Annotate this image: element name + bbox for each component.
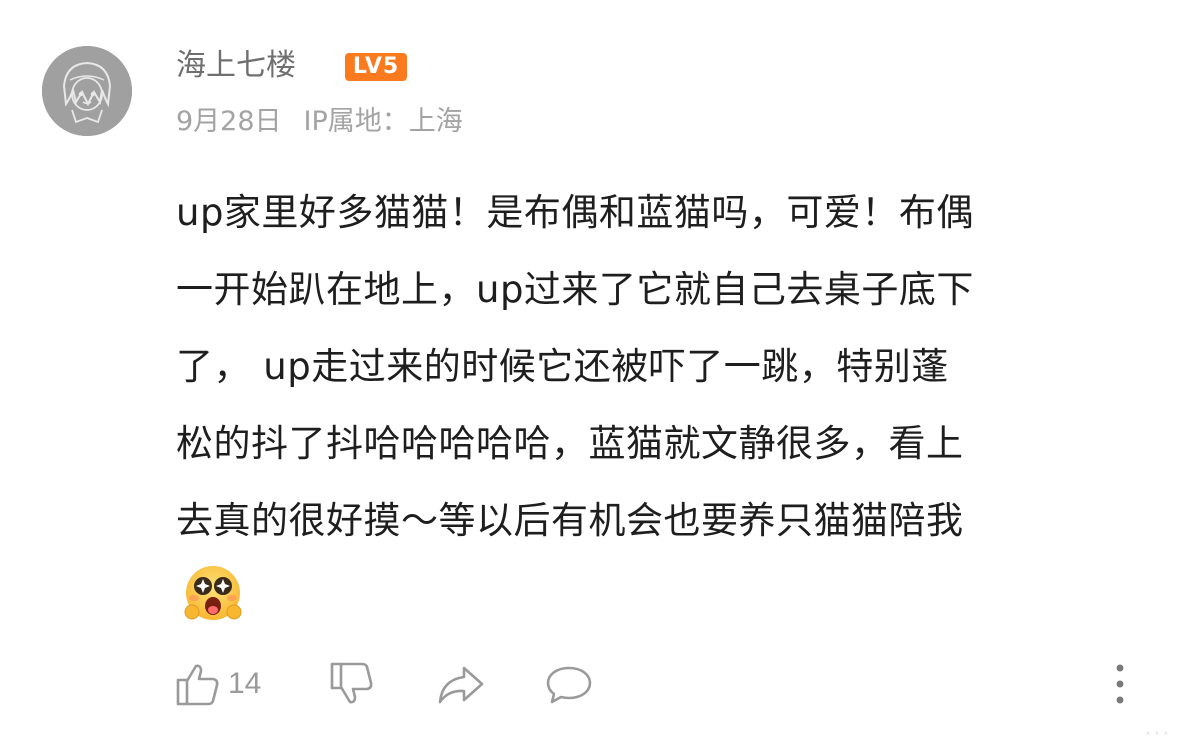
comment-line: 松的抖了抖哈哈哈哈哈，蓝猫就文静很多，看上 xyxy=(176,422,964,465)
starry-eyed-surprised-emoji-icon xyxy=(182,562,244,624)
anime-girl-sketch-avatar-icon xyxy=(42,46,132,136)
comment-date: 9月28日 xyxy=(176,106,282,137)
comment-bubble-icon xyxy=(546,666,592,704)
thumbs-up-icon xyxy=(176,664,219,706)
comment-meta: 9月28日 IP属地：上海 xyxy=(176,103,463,141)
comment-body: up家里好多猫猫！是布偶和蓝猫吗，可爱！布偶 一开始趴在地上，up过来了它就自己… xyxy=(176,174,1136,559)
comment-line: 一开始趴在地上，up过来了它就自己去桌子底下 xyxy=(176,268,974,311)
share-arrow-icon xyxy=(438,666,484,704)
comment-line: up家里好多猫猫！是布偶和蓝猫吗，可爱！布偶 xyxy=(176,191,974,234)
avatar[interactable] xyxy=(42,46,132,136)
like-count: 14 xyxy=(228,667,262,700)
reply-button[interactable] xyxy=(544,656,594,712)
like-button[interactable]: 14 xyxy=(174,656,261,712)
dislike-button[interactable] xyxy=(328,656,376,712)
ip-location: IP属地：上海 xyxy=(303,106,463,137)
watermark: ··· xyxy=(1144,719,1171,746)
thumbs-down-icon xyxy=(330,662,373,704)
more-vertical-icon[interactable] xyxy=(1108,660,1132,708)
share-button[interactable] xyxy=(436,656,486,712)
level-badge: LV5 xyxy=(345,53,407,81)
comment-actions: 14 xyxy=(0,656,1179,712)
comment-line: 去真的很好摸～等以后有机会也要养只猫猫陪我 xyxy=(176,499,964,542)
comment-line: 了， up走过来的时候它还被吓了一跳，特别蓬 xyxy=(176,345,949,388)
author-name[interactable]: 海上七楼 xyxy=(176,46,296,86)
